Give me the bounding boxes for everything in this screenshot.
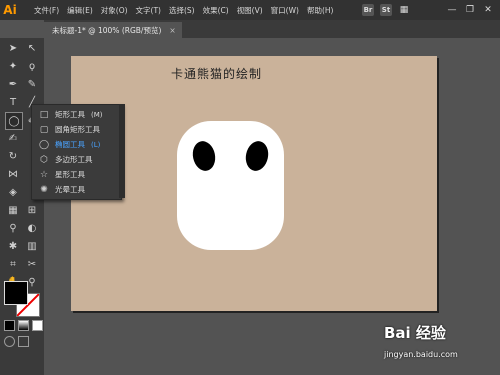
gradient-mode-icon[interactable] bbox=[18, 320, 29, 331]
flare-icon: ✺ bbox=[40, 184, 48, 195]
workspace-switcher-icon[interactable]: ▦ bbox=[398, 4, 410, 16]
lasso-icon[interactable]: ϙ bbox=[24, 58, 40, 74]
artboard-tool-icon[interactable]: ⌗ bbox=[5, 256, 21, 272]
bridge-icon[interactable]: Br bbox=[362, 4, 374, 16]
graph-tool-icon[interactable]: ▥ bbox=[24, 238, 40, 254]
color-mode-icon[interactable] bbox=[4, 320, 15, 331]
flyout-label: 多边形工具 bbox=[55, 155, 93, 164]
magic-wand-icon[interactable]: ✦ bbox=[5, 58, 21, 74]
rotate-tool-icon[interactable]: ↻ bbox=[5, 148, 21, 164]
flyout-label: 椭圆工具 bbox=[55, 140, 85, 149]
restore-icon[interactable]: ❐ bbox=[464, 4, 476, 16]
star-icon: ☆ bbox=[39, 169, 49, 180]
slice-tool-icon[interactable]: ✂ bbox=[24, 256, 40, 272]
document-tab[interactable]: 未标题-1* @ 100% (RGB/预览) × bbox=[44, 22, 182, 38]
perspective-grid-icon[interactable]: ▦ bbox=[5, 202, 21, 218]
menu-bar: Ai 文件(F) 编辑(E) 对象(O) 文字(T) 选择(S) 效果(C) 视… bbox=[0, 0, 500, 20]
rectangle-icon: □ bbox=[39, 109, 49, 120]
menu-view[interactable]: 视图(V) bbox=[233, 5, 267, 16]
document-tab-bar: 未标题-1* @ 100% (RGB/预览) × bbox=[44, 20, 500, 38]
flyout-item-rounded-rectangle[interactable]: ▢ 圆角矩形工具 bbox=[32, 122, 121, 137]
selection-tool-icon[interactable]: ➤ bbox=[5, 40, 21, 56]
type-tool-icon[interactable]: T bbox=[5, 94, 21, 110]
flyout-shortcut: (M) bbox=[91, 110, 103, 119]
fill-swatch[interactable] bbox=[4, 281, 28, 305]
watermark-brand: Bai 经验 bbox=[384, 324, 446, 342]
polygon-icon: ⬡ bbox=[40, 154, 48, 165]
right-eye-ellipse[interactable] bbox=[243, 139, 271, 173]
flyout-label: 光晕工具 bbox=[55, 185, 85, 194]
document-tab-title: 未标题-1* @ 100% (RGB/预览) bbox=[52, 25, 162, 35]
panda-face-shape[interactable] bbox=[177, 121, 284, 250]
curvature-tool-icon[interactable]: ✎ bbox=[24, 76, 40, 92]
blend-tool-icon[interactable]: ◐ bbox=[24, 220, 40, 236]
menu-help[interactable]: 帮助(H) bbox=[303, 5, 338, 16]
shaper-tool-icon[interactable]: ✍ bbox=[5, 130, 21, 146]
direct-selection-tool-icon[interactable]: ↖ bbox=[24, 40, 40, 56]
ellipse-tool-icon[interactable]: ◯ bbox=[5, 112, 23, 130]
tearoff-handle[interactable] bbox=[119, 104, 125, 198]
menu-window[interactable]: 窗口(W) bbox=[267, 5, 303, 16]
menu-select[interactable]: 选择(S) bbox=[165, 5, 199, 16]
symbol-sprayer-icon[interactable]: ✱ bbox=[5, 238, 21, 254]
minimize-icon[interactable]: — bbox=[446, 4, 458, 16]
flyout-label: 星形工具 bbox=[55, 170, 85, 179]
tab-close-icon[interactable]: × bbox=[169, 26, 175, 35]
width-tool-icon[interactable]: ⋈ bbox=[5, 166, 21, 182]
menu-object[interactable]: 对象(O) bbox=[97, 5, 132, 16]
app-logo: Ai bbox=[3, 3, 17, 17]
shape-builder-icon[interactable]: ◈ bbox=[5, 184, 21, 200]
shape-tools-flyout: □ 矩形工具 (M) ▢ 圆角矩形工具 ◯ 椭圆工具 (L) ⬡ 多边形工具 ☆… bbox=[31, 104, 122, 200]
ellipse-icon: ◯ bbox=[38, 139, 50, 150]
rounded-rectangle-icon: ▢ bbox=[39, 124, 49, 135]
watermark-url: jingyan.baidu.com bbox=[384, 350, 458, 359]
screen-mode-icon[interactable] bbox=[18, 336, 29, 347]
left-eye-ellipse[interactable] bbox=[190, 139, 218, 173]
menu-type[interactable]: 文字(T) bbox=[132, 5, 165, 16]
close-icon[interactable]: ✕ bbox=[482, 4, 494, 16]
draw-normal-icon[interactable] bbox=[4, 336, 15, 347]
menu-effect[interactable]: 效果(C) bbox=[199, 5, 233, 16]
eyedropper-icon[interactable]: ⚲ bbox=[5, 220, 21, 236]
menu-edit[interactable]: 编辑(E) bbox=[63, 5, 97, 16]
pen-tool-icon[interactable]: ✒ bbox=[5, 76, 21, 92]
artboard-title-text: 卡通熊猫的绘制 bbox=[171, 67, 263, 81]
flyout-item-polygon[interactable]: ⬡ 多边形工具 bbox=[32, 152, 121, 167]
mesh-tool-icon[interactable]: ⊞ bbox=[24, 202, 40, 218]
flyout-item-flare[interactable]: ✺ 光晕工具 bbox=[32, 182, 121, 197]
flyout-label: 矩形工具 bbox=[55, 110, 85, 119]
none-mode-icon[interactable] bbox=[32, 320, 43, 331]
stock-icon[interactable]: St bbox=[380, 4, 392, 16]
flyout-shortcut: (L) bbox=[91, 140, 101, 149]
flyout-item-star[interactable]: ☆ 星形工具 bbox=[32, 167, 121, 182]
menu-file[interactable]: 文件(F) bbox=[30, 5, 63, 16]
flyout-item-rectangle[interactable]: □ 矩形工具 (M) bbox=[32, 107, 121, 122]
baidu-watermark: Bai 经验 jingyan.baidu.com bbox=[384, 318, 494, 368]
flyout-item-ellipse[interactable]: ◯ 椭圆工具 (L) bbox=[32, 137, 121, 152]
artboard[interactable]: 卡通熊猫的绘制 bbox=[71, 56, 437, 311]
flyout-label: 圆角矩形工具 bbox=[55, 125, 100, 134]
